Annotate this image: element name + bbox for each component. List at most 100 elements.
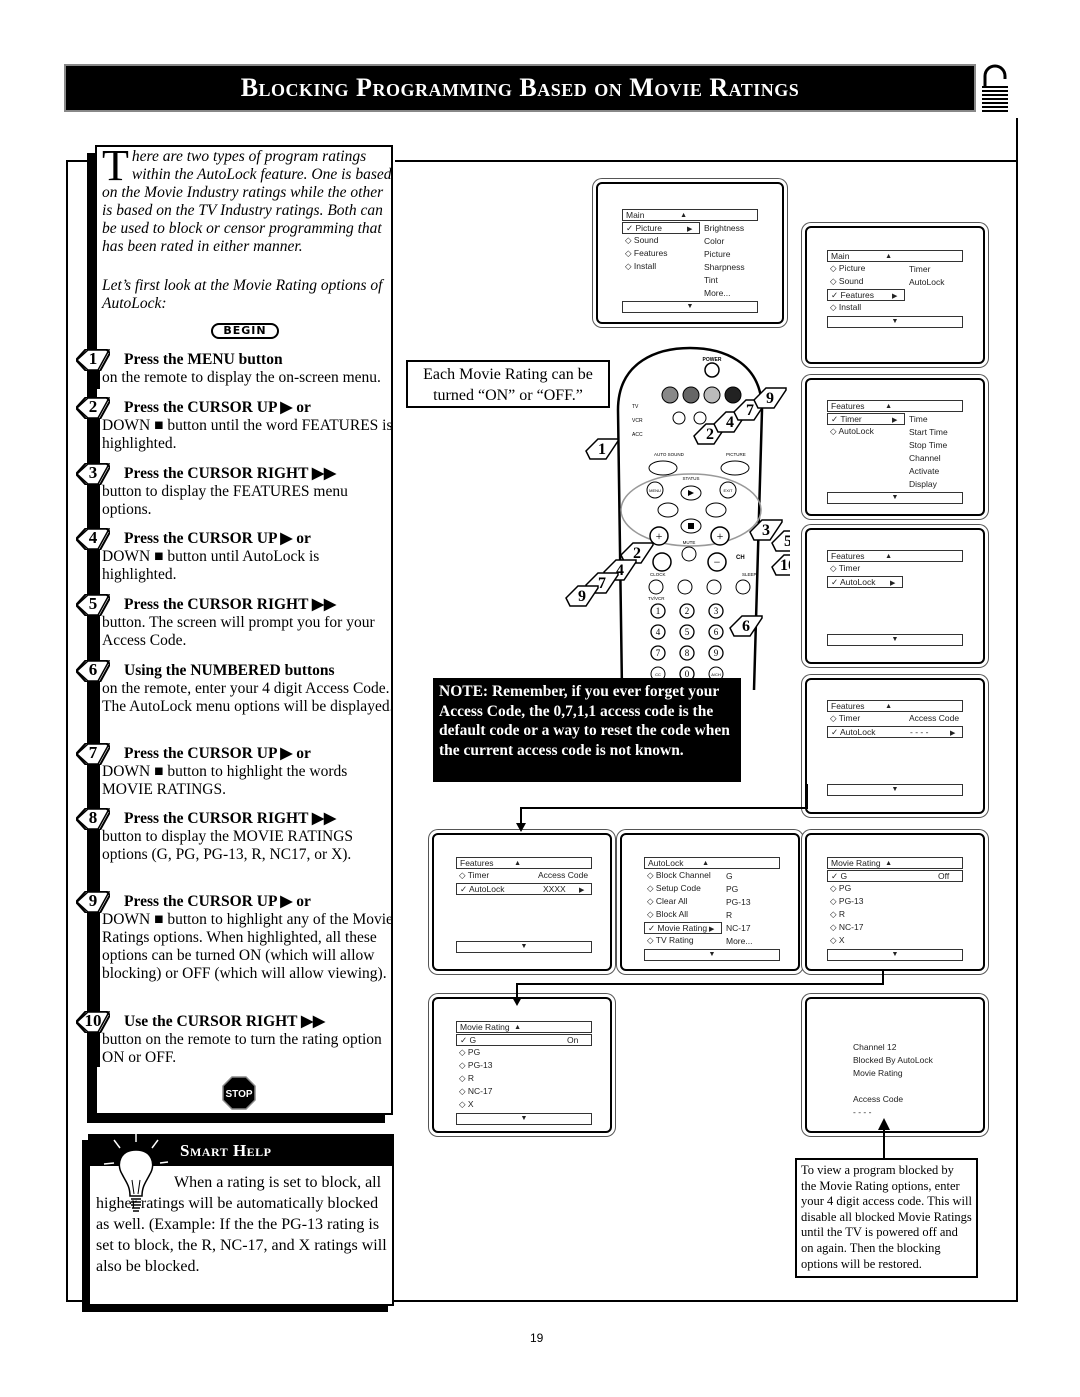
menu-item[interactable]: ◇ Setup Code <box>644 883 720 895</box>
digit-label: 3 <box>714 606 719 616</box>
scroll-down-bar[interactable]: ▼ <box>644 949 780 961</box>
diamond-bullet-icon: ◇ <box>830 713 839 723</box>
diamond-bullet-icon: ◇ <box>459 1060 468 1070</box>
menu-item[interactable]: ◇ TV Rating <box>644 935 720 947</box>
menu-item[interactable]: ◇ PG-13 <box>827 896 903 908</box>
check-icon: ✓ <box>831 414 841 424</box>
step-heading: Press the CURSOR RIGHT ▶▶ <box>124 810 336 827</box>
step-heading: Use the CURSOR RIGHT ▶▶ <box>124 1013 325 1030</box>
svg-text:STOP: STOP <box>225 1089 252 1100</box>
menu-item[interactable]: ◇ Clear All <box>644 896 720 908</box>
menu-item[interactable]: ◇ Timer Access Code <box>456 870 592 882</box>
menu-item[interactable]: ✓ AutoLock ▶ XXXX <box>456 883 592 895</box>
intro-text-2: Let’s first look at the Movie Rating opt… <box>102 277 383 312</box>
menu-item[interactable]: ◇ Block Channel <box>644 870 720 882</box>
svg-text:CC: CC <box>655 672 661 677</box>
menu-item[interactable]: ◇ R <box>827 909 903 921</box>
menu-title-bar: AutoLock ▲ <box>644 857 780 869</box>
page-number: 19 <box>530 1331 544 1345</box>
diamond-bullet-icon: ◇ <box>830 922 839 932</box>
digit-label: 2 <box>685 606 690 616</box>
intro-text: There are two types of program ratings w… <box>102 141 392 256</box>
menu-item[interactable]: ✓ G Off <box>827 870 963 882</box>
menu-item[interactable]: ◇ Features <box>622 248 698 260</box>
menu-value: Start Time <box>909 427 948 437</box>
menu-item[interactable]: ◇ Install <box>827 302 903 314</box>
menu-item[interactable]: ✓ AutoLock ▶ - - - - <box>827 726 963 738</box>
submenu-arrow-icon: ▶ <box>687 226 693 233</box>
svg-text:MENU: MENU <box>649 488 661 493</box>
menu-item[interactable]: ◇ Install <box>622 261 698 273</box>
menu-value: Color <box>704 236 725 246</box>
scroll-up-icon: ▲ <box>885 860 893 867</box>
tv-screen-blocked-notice: Channel 12 Blocked By AutoLock Movie Ratin… <box>805 997 985 1133</box>
menu-title-bar: Features ▲ <box>456 857 592 869</box>
menu-item[interactable]: ◇ Timer <box>827 563 903 575</box>
scroll-down-bar[interactable]: ▼ <box>827 492 963 504</box>
cursor-left-button <box>657 502 679 518</box>
step-3: 3 Press the CURSOR RIGHT ▶▶ button to disp… <box>76 463 394 537</box>
menu-item[interactable]: ◇ AutoLock <box>827 426 903 438</box>
svg-text:−: − <box>714 555 721 569</box>
menu-title-bar: Main ▲ <box>622 209 758 221</box>
tv-screen-main-features: Main ▲ ◇ Picture ◇ Sound ✓ Features ▶ ◇ Instal… <box>805 226 985 364</box>
scroll-down-bar[interactable]: ▼ <box>827 784 963 796</box>
menu-item[interactable]: ✓ Timer ▶ <box>827 413 905 425</box>
diamond-bullet-icon: ◇ <box>459 1086 468 1096</box>
step-body: on the remote, enter your 4 digit Access… <box>102 680 394 715</box>
blocked-line <box>853 1080 933 1093</box>
menu-item[interactable]: ◇ NC-17 <box>456 1086 532 1098</box>
scroll-down-bar[interactable]: ▼ <box>456 1113 592 1125</box>
menu-item[interactable]: ◇ Sound <box>827 276 903 288</box>
menu-item[interactable]: ◇ PG-13 <box>456 1060 532 1072</box>
svg-text:MUTE: MUTE <box>683 540 696 545</box>
menu-item[interactable]: ✓ Movie Rating ▶ <box>644 922 722 934</box>
scroll-down-bar[interactable]: ▼ <box>827 634 963 646</box>
step-body: on the remote to display the on-screen m… <box>102 369 381 386</box>
scroll-down-bar[interactable]: ▼ <box>456 941 592 953</box>
menu-value: NC-17 <box>726 923 751 933</box>
step-heading: Press the CURSOR UP ▶ or <box>124 399 311 416</box>
menu-value: G <box>726 871 733 881</box>
menu-value: PG-13 <box>726 897 751 907</box>
menu-item[interactable]: ◇ NC-17 <box>827 922 903 934</box>
menu-item[interactable]: ◇ Timer Access Code <box>827 713 963 725</box>
digit-label: 1 <box>656 606 661 616</box>
menu-item[interactable]: ◇ R <box>456 1073 532 1085</box>
menu-item[interactable]: ✓ G On <box>456 1034 592 1046</box>
menu-item[interactable]: ◇ Picture <box>827 263 903 275</box>
diamond-bullet-icon: ◇ <box>625 235 634 245</box>
menu-item[interactable]: ◇ Block All <box>644 909 720 921</box>
menu-item[interactable]: ◇ X <box>456 1099 532 1111</box>
menu-value: More... <box>704 288 731 298</box>
menu-item[interactable]: ◇ Sound <box>622 235 698 247</box>
clock-button <box>648 579 664 595</box>
menu-item[interactable]: ◇ X <box>827 935 903 947</box>
menu-item[interactable]: ◇ PG <box>456 1047 532 1059</box>
menu-value: R <box>726 910 733 920</box>
callout-number: 5 <box>784 533 790 550</box>
diamond-bullet-icon: ◇ <box>830 935 839 945</box>
blocked-caption: To view a program blocked by the Movie R… <box>795 1158 978 1278</box>
tv-screen-features-autolock: Features ▲ ◇ Timer ✓ AutoLock ▶ ▼ <box>805 528 985 664</box>
mute-button <box>681 546 697 562</box>
diamond-bullet-icon: ◇ <box>830 302 839 312</box>
callout-number: 7 <box>598 575 606 592</box>
power-label: POWER <box>703 357 722 363</box>
step-heading: Press the CURSOR RIGHT ▶▶ <box>124 596 336 613</box>
scroll-up-icon: ▲ <box>680 212 688 219</box>
scroll-down-bar[interactable]: ▼ <box>827 949 963 961</box>
menu-value: Display <box>909 479 937 489</box>
menu-item[interactable]: ✓ Picture ▶ <box>622 222 700 234</box>
menu-item[interactable]: ◇ PG <box>827 883 903 895</box>
menu-item[interactable]: ✓ AutoLock ▶ <box>827 576 903 588</box>
step-number-badge: 7 <box>76 743 110 765</box>
frame-line <box>66 160 96 162</box>
step-10: 10 Use the CURSOR RIGHT ▶▶ button on the r… <box>76 1011 394 1067</box>
scroll-down-icon: ▼ <box>891 318 899 325</box>
scroll-down-bar[interactable]: ▼ <box>622 301 758 313</box>
tv-screen-main-picture: Main ▲ ✓ Picture ▶ ◇ Sound ◇ Features ◇ Instal… <box>596 182 784 324</box>
scroll-down-bar[interactable]: ▼ <box>827 316 963 328</box>
step-heading: Press the CURSOR UP ▶ or <box>124 530 311 547</box>
menu-item[interactable]: ✓ Features ▶ <box>827 289 905 301</box>
